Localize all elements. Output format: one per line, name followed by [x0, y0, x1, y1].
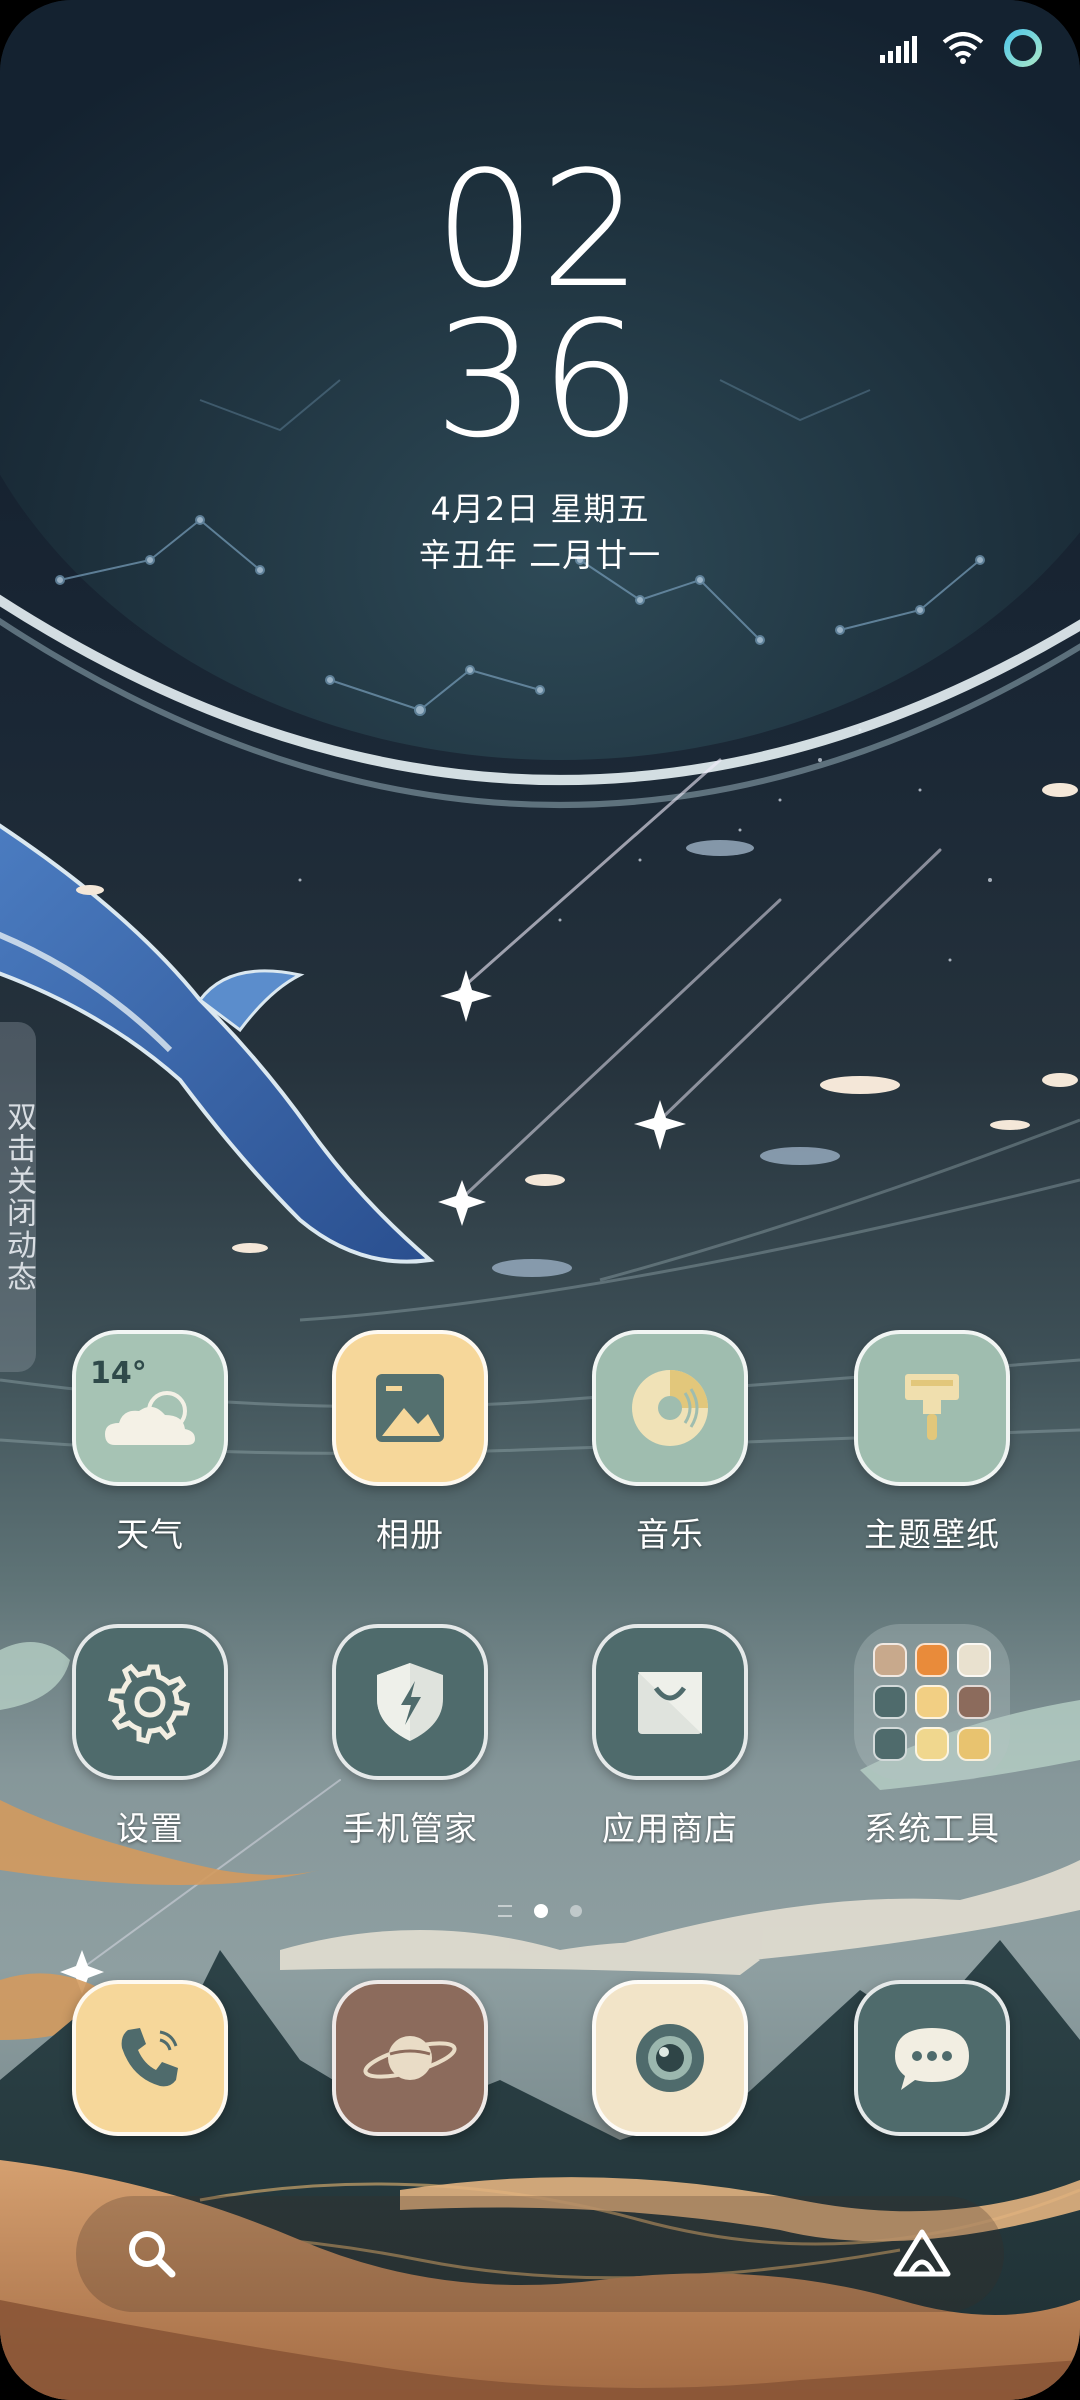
app-store[interactable]: 应用商店: [560, 1624, 780, 1850]
app-music[interactable]: 音乐: [560, 1330, 780, 1556]
clock-minutes[interactable]: 36: [0, 300, 1080, 460]
page-indicator-list-icon: [498, 1905, 512, 1917]
phone-icon[interactable]: [72, 1980, 228, 2136]
signal-icon: [880, 33, 924, 67]
page-indicator-dot: [570, 1905, 582, 1917]
folder-mini-app-icon: [915, 1685, 949, 1719]
app-settings[interactable]: 设置: [40, 1624, 260, 1850]
wifi-icon: [942, 32, 984, 68]
weather-temperature: 14°: [90, 1356, 147, 1391]
app-themes[interactable]: 主题壁纸: [822, 1330, 1042, 1556]
message-bubble-icon[interactable]: [854, 1980, 1010, 2136]
camera-icon[interactable]: [592, 1980, 748, 2136]
app-themes-label: 主题壁纸: [864, 1515, 1000, 1554]
security-shield-icon[interactable]: [332, 1624, 488, 1780]
folder-mini-app-icon: [873, 1727, 907, 1761]
app-phone-manager[interactable]: 手机管家: [300, 1624, 520, 1850]
date-text: 4月2日 星期五: [430, 490, 650, 528]
app-store-bag-icon[interactable]: [592, 1624, 748, 1780]
folder-system-tools[interactable]: 系统工具: [822, 1624, 1042, 1850]
folder-mini-app-icon: [915, 1727, 949, 1761]
status-bar: [880, 28, 1044, 72]
home-screen: 02 36 4月2日 星期五 辛丑年 二月廿一 双击关闭动态 14° 天气 相册: [0, 0, 1080, 2400]
gear-icon[interactable]: [72, 1624, 228, 1780]
folder-mini-app-icon: [957, 1643, 991, 1677]
dynamic-wallpaper-hint-text: 双击关闭动态: [1, 1101, 36, 1293]
app-phone-manager-label: 手机管家: [342, 1809, 478, 1848]
app-music-label: 音乐: [636, 1515, 704, 1554]
status-ring-icon: [1002, 27, 1044, 73]
app-gallery[interactable]: 相册: [300, 1330, 520, 1556]
app-weather-label: 天气: [116, 1515, 184, 1554]
gallery-icon[interactable]: [332, 1330, 488, 1486]
folder-mini-app-icon: [957, 1727, 991, 1761]
weather-icon[interactable]: 14°: [72, 1330, 228, 1486]
theme-brush-icon[interactable]: [854, 1330, 1010, 1486]
music-icon[interactable]: [592, 1330, 748, 1486]
app-weather[interactable]: 14° 天气: [40, 1330, 260, 1556]
folder-system-tools-label: 系统工具: [864, 1809, 1000, 1848]
search-bar[interactable]: [76, 2196, 1004, 2312]
app-gallery-label: 相册: [376, 1515, 444, 1554]
app-settings-label: 设置: [116, 1809, 184, 1848]
folder-mini-app-icon: [915, 1643, 949, 1677]
page-indicator-dot-active: [534, 1904, 548, 1918]
folder-icon[interactable]: [854, 1624, 1010, 1780]
page-indicator[interactable]: [0, 1904, 1080, 1918]
lunar-date-text: 辛丑年 二月廿一: [418, 536, 662, 574]
search-icon[interactable]: [124, 2226, 180, 2286]
dynamic-wallpaper-hint[interactable]: 双击关闭动态: [0, 1022, 36, 1372]
assistant-icon[interactable]: [890, 2226, 954, 2286]
folder-mini-app-icon: [873, 1685, 907, 1719]
folder-mini-app-icon: [873, 1643, 907, 1677]
app-store-label: 应用商店: [602, 1809, 738, 1848]
folder-mini-app-icon: [957, 1685, 991, 1719]
planet-icon[interactable]: [332, 1980, 488, 2136]
